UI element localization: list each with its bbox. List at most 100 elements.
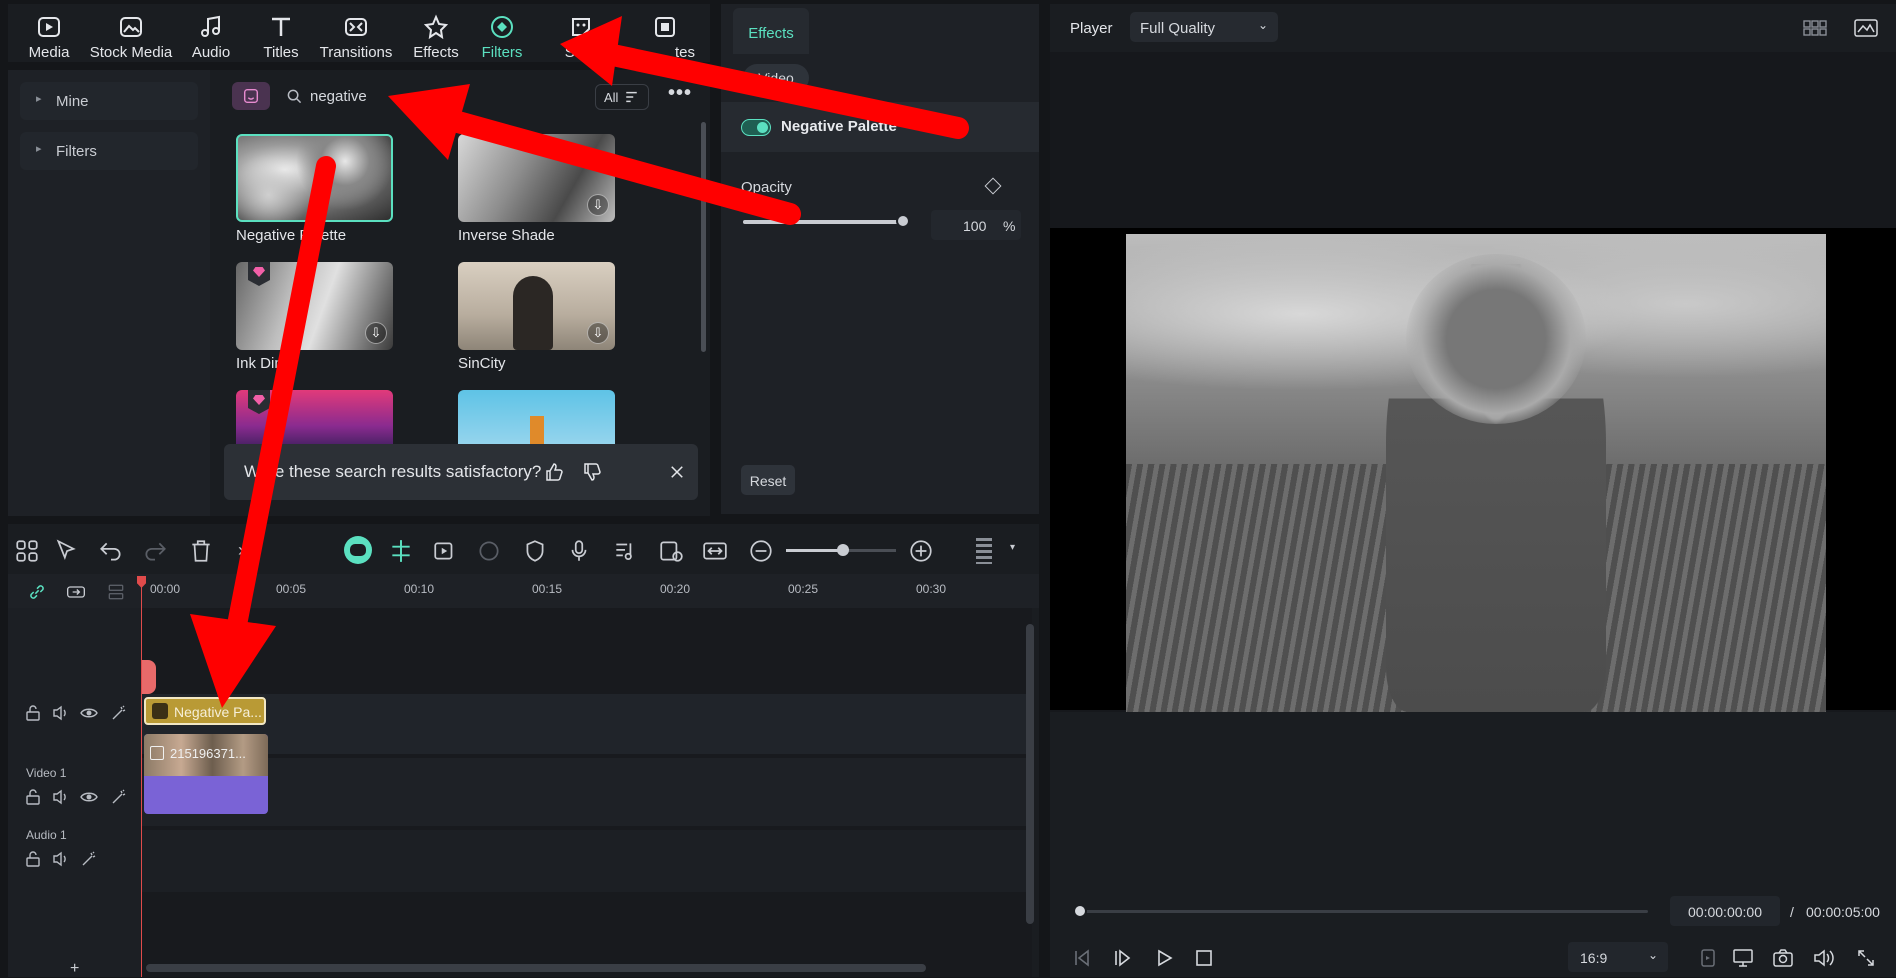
stabilize-icon[interactable] bbox=[476, 538, 502, 564]
feedback-bar: Were these search results satisfactory? bbox=[224, 444, 698, 500]
subtab-video[interactable]: Video bbox=[743, 64, 809, 92]
track-settings-icon[interactable] bbox=[104, 582, 128, 602]
effect-toggle[interactable] bbox=[741, 119, 771, 136]
keyframe-diamond-icon[interactable] bbox=[984, 177, 1002, 195]
auto-reframe-icon[interactable] bbox=[432, 538, 458, 564]
filter-clip[interactable]: Negative Pa... bbox=[144, 697, 266, 725]
eye-icon[interactable] bbox=[80, 788, 98, 806]
playhead-line[interactable] bbox=[141, 576, 142, 977]
quality-dropdown[interactable]: Full Quality ⌄ bbox=[1130, 12, 1278, 42]
chevron-down-icon[interactable]: ▾ bbox=[1010, 542, 1015, 553]
tab-stickers[interactable]: Stick bbox=[536, 10, 626, 61]
ai-assistant-button[interactable] bbox=[344, 536, 372, 564]
download-icon[interactable]: ⇩ bbox=[587, 322, 609, 344]
zoom-slider-handle[interactable] bbox=[837, 544, 849, 556]
video-clip[interactable]: 215196371... bbox=[144, 734, 268, 814]
search-input[interactable] bbox=[310, 83, 570, 109]
tab-stock-media[interactable]: Stock Media bbox=[86, 10, 176, 61]
zoom-slider[interactable] bbox=[786, 544, 896, 556]
preview-canvas[interactable] bbox=[1050, 52, 1896, 712]
redo-icon[interactable] bbox=[142, 538, 168, 564]
opacity-value-box[interactable]: 100 % bbox=[931, 210, 1021, 240]
magic-wand-icon[interactable] bbox=[110, 704, 128, 722]
audio-beat-icon[interactable] bbox=[612, 538, 638, 564]
result-ink-dim[interactable]: ⇩ bbox=[236, 262, 393, 350]
download-icon[interactable]: ⇩ bbox=[587, 194, 609, 216]
snapshot-camera-icon[interactable] bbox=[1772, 948, 1794, 968]
undo-icon[interactable] bbox=[98, 538, 124, 564]
lock-icon[interactable] bbox=[24, 704, 42, 722]
tab-templates[interactable]: tes bbox=[620, 10, 710, 61]
tab-effects-panel[interactable]: Effects bbox=[733, 8, 809, 54]
result-castle[interactable] bbox=[236, 390, 393, 450]
next-frame-icon[interactable] bbox=[1112, 948, 1132, 968]
opacity-slider[interactable] bbox=[743, 214, 910, 228]
timeline-hscroll[interactable] bbox=[146, 964, 926, 972]
render-preview-icon[interactable] bbox=[1698, 948, 1718, 968]
snap-icon[interactable] bbox=[388, 538, 414, 564]
transitions-icon bbox=[345, 18, 367, 36]
current-time-box[interactable]: 00:00:00:00 bbox=[1670, 896, 1780, 926]
sidebar-item-mine[interactable]: Mine bbox=[20, 82, 198, 120]
fit-timeline-icon[interactable] bbox=[702, 538, 728, 564]
reset-button[interactable]: Reset bbox=[741, 465, 795, 495]
volume-icon[interactable] bbox=[1812, 948, 1834, 968]
fullscreen-icon[interactable] bbox=[1856, 948, 1876, 968]
filter-all-button[interactable]: All bbox=[595, 84, 649, 110]
results-scrollbar[interactable] bbox=[701, 122, 706, 352]
eye-icon[interactable] bbox=[80, 704, 98, 722]
layout-icon[interactable] bbox=[14, 538, 40, 564]
playback-handle[interactable] bbox=[1073, 904, 1087, 918]
speaker-icon[interactable] bbox=[52, 704, 70, 722]
lock-icon[interactable] bbox=[24, 788, 42, 806]
add-track-link-icon[interactable] bbox=[64, 582, 88, 602]
download-icon[interactable]: ⇩ bbox=[365, 322, 387, 344]
marker-shield-icon[interactable] bbox=[522, 538, 548, 564]
tab-transitions[interactable]: Transitions bbox=[311, 10, 401, 61]
sidebar-item-filters[interactable]: Filters bbox=[20, 132, 198, 170]
magic-wand-icon[interactable] bbox=[110, 788, 128, 806]
close-icon[interactable] bbox=[670, 465, 684, 479]
effects-tab-label: Effects bbox=[748, 25, 794, 42]
scissors-marker[interactable] bbox=[142, 660, 156, 694]
more-options-button[interactable]: ••• bbox=[666, 82, 694, 110]
thumbs-up-icon[interactable] bbox=[544, 462, 564, 482]
speaker-icon[interactable] bbox=[52, 788, 70, 806]
playback-progress[interactable] bbox=[1073, 904, 1648, 918]
track-height-icon[interactable] bbox=[976, 538, 992, 564]
stickers-icon bbox=[572, 18, 590, 36]
delete-icon[interactable] bbox=[188, 538, 214, 564]
display-icon[interactable] bbox=[1732, 948, 1754, 968]
layout-grid-icon[interactable] bbox=[1802, 18, 1828, 38]
ai-search-button[interactable] bbox=[232, 82, 270, 110]
speaker-icon[interactable] bbox=[52, 850, 70, 868]
magic-wand-icon[interactable] bbox=[80, 850, 98, 868]
scope-chart-icon[interactable] bbox=[1854, 18, 1878, 38]
prev-frame-icon[interactable] bbox=[1072, 948, 1092, 968]
tab-filters[interactable]: Filters bbox=[457, 10, 547, 61]
result-negative-palette[interactable] bbox=[236, 134, 393, 222]
aspect-dropdown[interactable]: 16:9 ⌄ bbox=[1568, 942, 1668, 972]
lock-icon[interactable] bbox=[24, 850, 42, 868]
preview-render-icon[interactable] bbox=[658, 538, 684, 564]
opacity-slider-handle[interactable] bbox=[896, 214, 910, 228]
select-cursor-icon[interactable] bbox=[54, 538, 80, 564]
tab-label: Stick bbox=[564, 44, 598, 61]
result-lighthouse[interactable] bbox=[458, 390, 615, 450]
result-sincity[interactable]: ⇩ bbox=[458, 262, 615, 350]
thumbs-down-icon[interactable] bbox=[582, 462, 602, 482]
ruler-label: 00:25 bbox=[788, 582, 819, 596]
zoom-out-icon[interactable] bbox=[748, 538, 774, 564]
tab-media[interactable]: Media bbox=[4, 10, 94, 61]
timeline-ruler[interactable]: 00:00 00:05 00:10 00:15 00:20 00:25 00:3… bbox=[142, 574, 1039, 608]
add-track-button[interactable]: + bbox=[70, 960, 79, 978]
more-tools-icon[interactable]: › bbox=[238, 540, 244, 561]
link-icon[interactable] bbox=[26, 582, 48, 602]
tab-label: Effects bbox=[413, 44, 459, 61]
timeline-vscroll[interactable] bbox=[1026, 624, 1034, 924]
result-inverse-shade[interactable]: ⇩ bbox=[458, 134, 615, 222]
play-icon[interactable] bbox=[1154, 948, 1174, 968]
zoom-in-icon[interactable] bbox=[908, 538, 934, 564]
stop-icon[interactable] bbox=[1194, 948, 1214, 968]
microphone-icon[interactable] bbox=[566, 538, 592, 564]
